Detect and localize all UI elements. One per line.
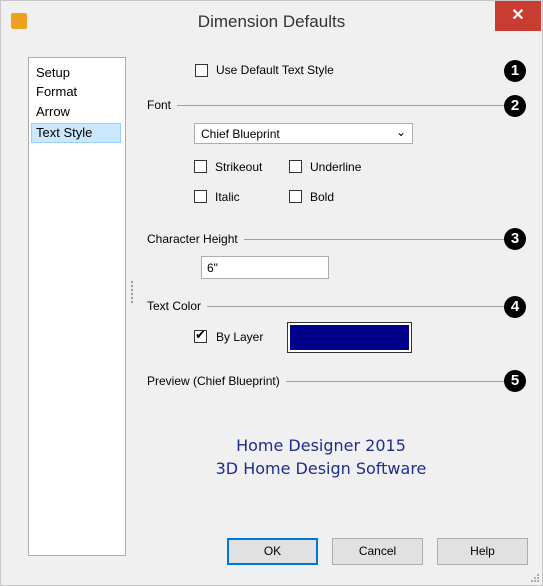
preview-line-2: 3D Home Design Software — [215, 459, 427, 478]
font-divider — [151, 105, 507, 106]
title-bar[interactable]: Dimension Defaults ✕ — [1, 1, 542, 43]
chevron-down-icon: ⌄ — [395, 125, 406, 139]
window-title: Dimension Defaults — [197, 12, 346, 31]
by-layer-checkbox[interactable] — [194, 327, 207, 343]
help-button[interactable]: Help — [437, 538, 528, 565]
use-default-text-style-label: Use Default Text Style — [216, 63, 334, 77]
color-fill — [290, 325, 409, 350]
italic-label: Italic — [215, 190, 240, 204]
nav-item-setup[interactable]: Setup — [31, 63, 126, 83]
use-default-text-style-checkbox[interactable] — [195, 64, 208, 77]
by-layer-label: By Layer — [216, 330, 264, 344]
underline-label: Underline — [310, 160, 362, 174]
callout-1: 1 — [504, 60, 526, 82]
callout-2: 2 — [504, 95, 526, 117]
callout-4: 4 — [504, 296, 526, 318]
close-button[interactable]: ✕ — [495, 1, 541, 31]
dialog-window: Dimension Defaults ✕ Setup Format Arrow … — [0, 0, 543, 586]
underline-checkbox[interactable] — [289, 160, 302, 173]
callout-3: 3 — [504, 228, 526, 250]
font-select[interactable]: Chief Blueprint ⌄ — [194, 123, 413, 144]
nav-item-format[interactable]: Format — [31, 82, 126, 102]
ok-button[interactable]: OK — [227, 538, 318, 565]
character-height-value: 6" — [207, 261, 218, 275]
character-height-input[interactable]: 6" — [201, 256, 329, 279]
bold-checkbox[interactable] — [289, 190, 302, 203]
character-height-section-label: Character Height — [147, 232, 244, 246]
bold-label: Bold — [310, 190, 335, 204]
nav-item-arrow[interactable]: Arrow — [31, 102, 126, 122]
font-section-label: Font — [147, 98, 178, 112]
text-preview: Home Designer 2015 3D Home Design Softwa… — [131, 434, 511, 480]
preview-line-1: Home Designer 2015 — [236, 436, 406, 455]
preview-section-label: Preview (Chief Blueprint) — [147, 374, 286, 388]
cancel-button[interactable]: Cancel — [332, 538, 423, 565]
italic-checkbox[interactable] — [194, 190, 207, 203]
text-color-swatch[interactable] — [287, 322, 412, 353]
nav-item-text-style[interactable]: Text Style — [31, 123, 121, 143]
category-list: Setup Format Arrow Text Style — [28, 57, 126, 556]
font-select-value: Chief Blueprint — [201, 127, 280, 141]
strikeout-label: Strikeout — [215, 160, 263, 174]
callout-5: 5 — [504, 370, 526, 392]
panel-splitter[interactable] — [131, 281, 135, 303]
text-color-section-label: Text Color — [147, 299, 208, 313]
strikeout-checkbox[interactable] — [194, 160, 207, 173]
resize-grip-icon[interactable] — [530, 573, 540, 583]
